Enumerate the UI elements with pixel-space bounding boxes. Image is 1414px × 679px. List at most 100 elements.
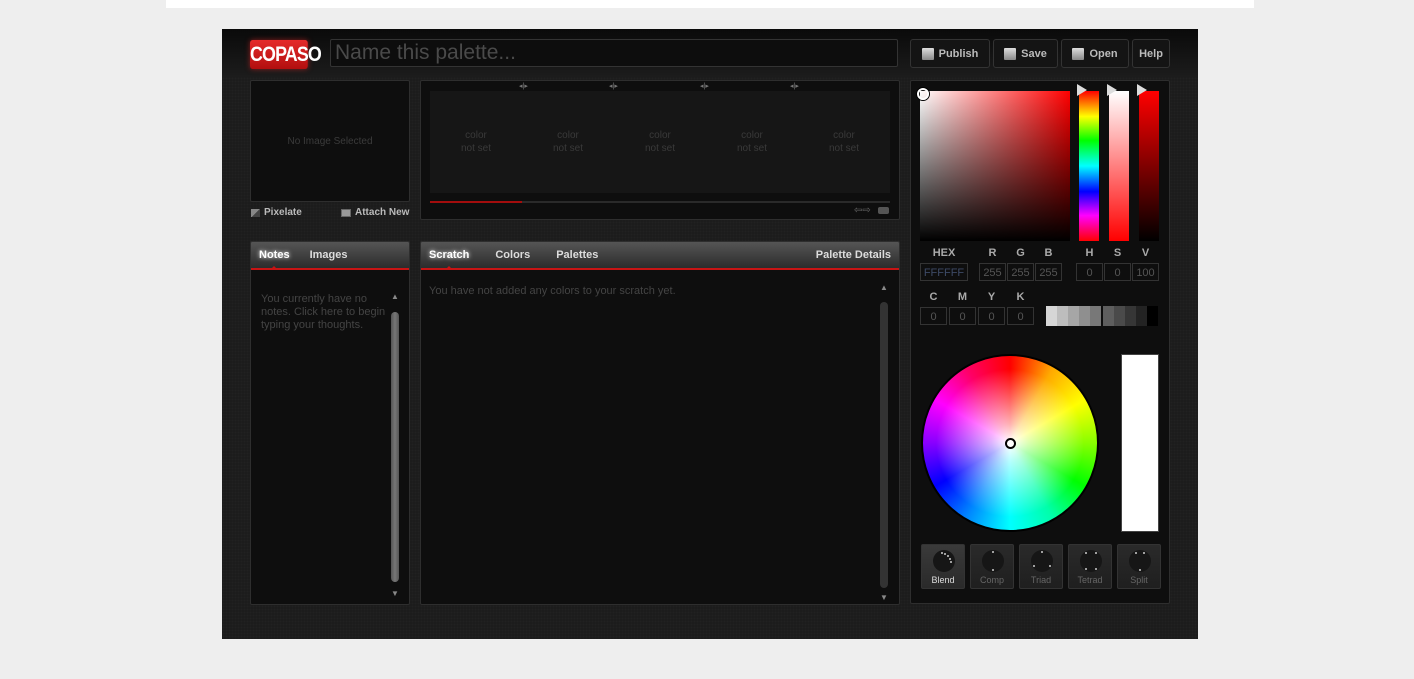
hue-slider[interactable] — [1079, 91, 1099, 241]
harmony-tetrad-button[interactable]: Tetrad — [1068, 544, 1112, 589]
pixelate-button[interactable]: Pixelate — [251, 207, 302, 218]
h-input[interactable]: 0 — [1076, 263, 1103, 281]
help-label: Help — [1139, 47, 1163, 60]
swatch-2[interactable]: color not set — [522, 91, 614, 193]
swap-arrows-icon[interactable]: ⇦⇨ — [854, 205, 871, 216]
scratch-scrollbar[interactable] — [880, 302, 888, 588]
c-input[interactable]: 0 — [920, 307, 947, 325]
m-input[interactable]: 0 — [949, 307, 976, 325]
saturation-slider-knob[interactable] — [1107, 84, 1117, 96]
publish-icon — [921, 47, 934, 60]
attach-new-button[interactable]: Attach New — [341, 207, 409, 218]
palette-swatches-panel: ◂|▸ ◂|▸ ◂|▸ ◂|▸ color not set color not se… — [420, 80, 900, 220]
swatch-text: not set — [552, 143, 584, 154]
copaso-logo[interactable]: COPASO — [250, 40, 322, 69]
open-button[interactable]: Open — [1061, 39, 1129, 68]
v-label: V — [1141, 247, 1150, 259]
current-color-preview — [1121, 354, 1159, 532]
palette-name-input[interactable] — [330, 39, 898, 67]
hue-slider-knob[interactable] — [1077, 84, 1087, 96]
gray-swatch[interactable] — [1136, 306, 1147, 326]
resize-handle-icon[interactable]: ◂|▸ — [519, 82, 528, 90]
harmony-split-button[interactable]: Split — [1117, 544, 1161, 589]
swatch-text: color — [465, 130, 487, 141]
color-picker-panel: HEX R G B H S V FFFFFF 255 255 255 0 0 1… — [910, 80, 1170, 604]
page-top-strip — [166, 0, 1254, 8]
blend-dial-icon — [933, 550, 955, 572]
swatch-1[interactable]: color not set — [430, 91, 522, 193]
publish-button[interactable]: Publish — [910, 39, 990, 68]
tab-palette-details[interactable]: Palette Details — [816, 249, 891, 261]
scroll-up-icon[interactable]: ▲ — [880, 283, 888, 292]
gray-swatch[interactable] — [1114, 306, 1125, 326]
swatch-text: not set — [644, 143, 676, 154]
resize-handle-icon[interactable]: ◂|▸ — [790, 82, 799, 90]
image-preview[interactable]: No Image Selected — [250, 80, 410, 202]
gray-swatch[interactable] — [1057, 306, 1068, 326]
notes-empty-message[interactable]: You currently have no notes. Click here … — [261, 293, 389, 332]
scratch-panel: Scratch Colors Palettes Palette Details … — [420, 241, 900, 605]
gray-swatch[interactable] — [1103, 306, 1114, 326]
k-input[interactable]: 0 — [1007, 307, 1034, 325]
s-input[interactable]: 0 — [1104, 263, 1131, 281]
tab-images[interactable]: Images — [310, 249, 348, 261]
swatch-row: color not set color not set color not set c… — [430, 91, 890, 193]
swatch-5[interactable]: color not set — [798, 91, 890, 193]
resize-handle-icon[interactable]: ◂|▸ — [609, 82, 618, 90]
tetrad-dial-icon — [1080, 550, 1102, 572]
tab-colors[interactable]: Colors — [495, 249, 530, 261]
color-wheel-cursor[interactable] — [1005, 438, 1016, 449]
harmony-triad-button[interactable]: Triad — [1019, 544, 1063, 589]
tab-palettes[interactable]: Palettes — [556, 249, 598, 261]
gray-swatch[interactable] — [1090, 306, 1101, 326]
value-slider-knob[interactable] — [1137, 84, 1147, 96]
harmony-label: Triad — [1030, 575, 1052, 585]
gray-swatch[interactable] — [1147, 306, 1158, 326]
publish-label: Publish — [938, 47, 979, 60]
gray-swatch[interactable] — [1046, 306, 1057, 326]
no-image-message: No Image Selected — [287, 136, 373, 147]
harmony-blend-button[interactable]: Blend — [921, 544, 965, 589]
scroll-down-icon[interactable]: ▼ — [880, 593, 888, 602]
hex-input[interactable]: FFFFFF — [920, 263, 968, 281]
swatch-3[interactable]: color not set — [614, 91, 706, 193]
c-label: C — [929, 291, 938, 303]
help-button[interactable]: Help — [1132, 39, 1170, 68]
swatch-4[interactable]: color not set — [706, 91, 798, 193]
m-label: M — [957, 291, 968, 303]
attach-image-icon — [341, 208, 351, 217]
toggle-view-icon[interactable] — [878, 207, 889, 214]
r-input[interactable]: 255 — [979, 263, 1006, 281]
open-icon — [1072, 47, 1085, 60]
saturation-slider[interactable] — [1109, 91, 1129, 241]
tab-scratch[interactable]: Scratch — [429, 249, 469, 270]
copaso-app: COPASO Publish Save Open Help No Image S… — [222, 29, 1198, 639]
sv-cursor-handle[interactable] — [917, 88, 929, 100]
scroll-down-icon[interactable]: ▼ — [391, 589, 399, 598]
tab-notes[interactable]: Notes — [259, 249, 290, 270]
y-input[interactable]: 0 — [978, 307, 1005, 325]
saturation-value-field[interactable] — [920, 91, 1070, 241]
gray-swatch[interactable] — [1125, 306, 1136, 326]
swatch-text: color — [557, 130, 579, 141]
h-label: H — [1085, 247, 1094, 259]
grayscale-swatches — [1046, 306, 1158, 326]
g-input[interactable]: 255 — [1007, 263, 1034, 281]
harmony-label: Split — [1130, 575, 1148, 585]
g-label: G — [1016, 247, 1025, 259]
value-slider[interactable] — [1139, 91, 1159, 241]
gray-swatch[interactable] — [1079, 306, 1090, 326]
scroll-up-icon[interactable]: ▲ — [391, 292, 399, 301]
pixelate-label: Pixelate — [264, 207, 302, 218]
resize-handle-icon[interactable]: ◂|▸ — [700, 82, 709, 90]
save-label: Save — [1021, 47, 1047, 60]
notes-scrollbar[interactable] — [391, 312, 399, 582]
k-label: K — [1016, 291, 1025, 303]
save-button[interactable]: Save — [993, 39, 1058, 68]
gray-swatch[interactable] — [1068, 306, 1079, 326]
b-input[interactable]: 255 — [1035, 263, 1062, 281]
swatch-text: color — [649, 130, 671, 141]
harmony-comp-button[interactable]: Comp — [970, 544, 1014, 589]
progress-fill — [430, 201, 522, 203]
v-input[interactable]: 100 — [1132, 263, 1159, 281]
